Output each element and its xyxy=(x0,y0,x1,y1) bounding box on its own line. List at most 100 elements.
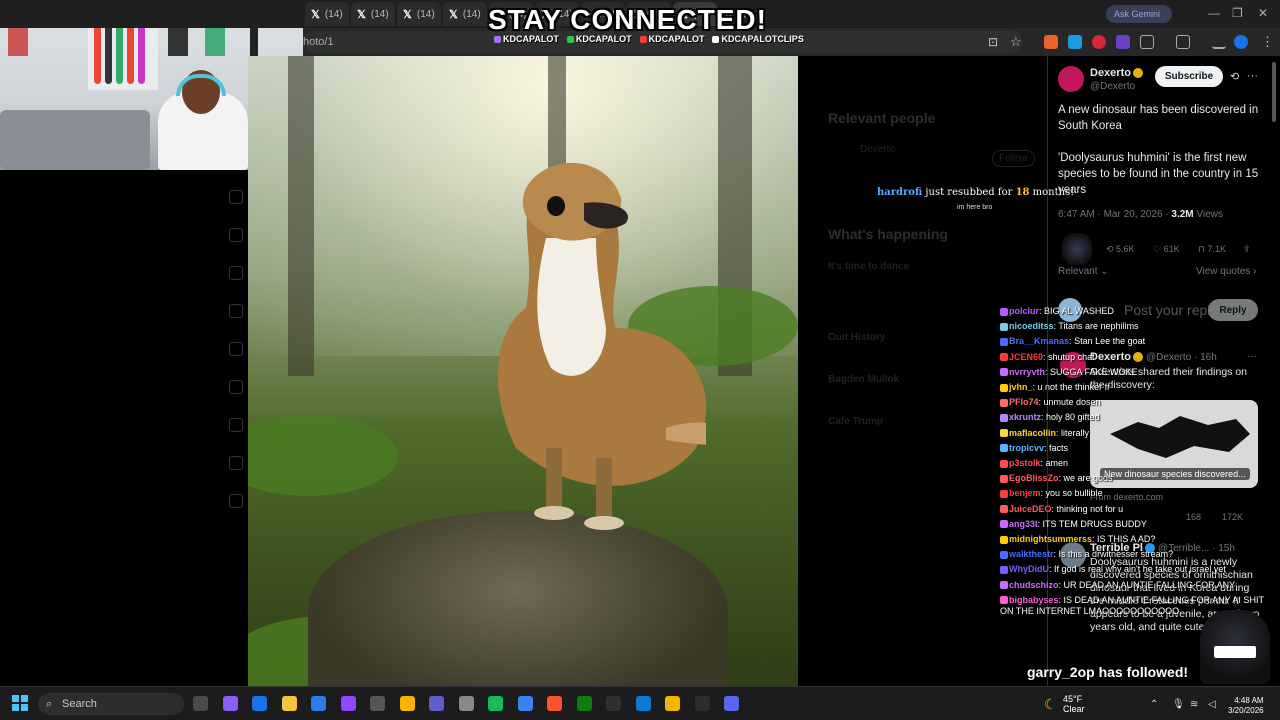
grok-icon[interactable]: ⟲ xyxy=(1230,70,1239,83)
extension-icon[interactable] xyxy=(1092,35,1106,49)
x-icon: 𝕏 xyxy=(403,8,412,21)
browser-tab[interactable]: 𝕏 (14) xyxy=(305,2,349,26)
puzzle-icon[interactable] xyxy=(1140,35,1154,49)
chat-badge-icon xyxy=(1000,520,1008,529)
scrollbar[interactable] xyxy=(1272,62,1276,122)
x-premium-icon[interactable] xyxy=(229,418,243,432)
view-quotes-link[interactable]: View quotes › xyxy=(1196,266,1256,277)
bed xyxy=(0,110,150,170)
file-explorer-icon[interactable] xyxy=(281,696,297,711)
browser-icon[interactable] xyxy=(517,696,533,711)
extension-icon[interactable] xyxy=(1116,35,1130,49)
author-name[interactable]: Dexerto xyxy=(1090,67,1143,79)
teams-icon[interactable] xyxy=(429,696,444,711)
menu-lines-icon[interactable] xyxy=(1212,35,1226,49)
chat-badge-icon xyxy=(1000,353,1008,362)
people-icon[interactable] xyxy=(229,228,243,242)
more-icon[interactable] xyxy=(229,494,243,508)
retweet-button[interactable]: ⟲ 5.6K xyxy=(1106,244,1135,255)
trend-item[interactable]: Cafe Trump xyxy=(828,416,883,427)
views-label: Views xyxy=(1193,209,1223,220)
chrome-icon[interactable] xyxy=(252,696,267,711)
social-platform-icon xyxy=(494,36,501,44)
profile-icon[interactable] xyxy=(229,456,243,470)
extension-icon[interactable] xyxy=(1044,35,1058,49)
sort-dropdown[interactable]: Relevant ⌄ xyxy=(1058,266,1109,277)
volume-icon[interactable]: ◁ xyxy=(1208,699,1216,710)
weather-widget[interactable]: 45°F Clear xyxy=(1063,694,1085,714)
reply-author[interactable]: Dexerto @Dexerto · 16h xyxy=(1090,351,1217,363)
views-count[interactable]: 172K xyxy=(1222,512,1243,522)
minimize-icon[interactable]: — xyxy=(1208,6,1220,20)
taskbar-search[interactable]: ⌕ Search xyxy=(38,693,184,715)
copilot-icon[interactable] xyxy=(222,696,238,711)
widgets-icon[interactable] xyxy=(193,696,208,711)
author-handle[interactable]: @Dexerto xyxy=(1090,81,1135,92)
tweet-time[interactable]: 6:47 AM · Mar 20, 2026 · xyxy=(1058,209,1171,220)
phone-link-icon[interactable] xyxy=(694,696,710,711)
twitch-icon[interactable] xyxy=(340,696,356,711)
install-icon[interactable]: ⊡ xyxy=(988,35,998,49)
app-icon[interactable] xyxy=(635,696,651,711)
lightning-icon[interactable] xyxy=(229,380,243,394)
obs-icon[interactable] xyxy=(606,696,621,711)
xbox-icon[interactable] xyxy=(576,696,592,711)
card-caption: New dinosaur species discovered... xyxy=(1100,468,1250,480)
wifi-icon[interactable]: ≋ xyxy=(1190,699,1198,710)
chevron-up-icon[interactable]: ⌃ xyxy=(1150,699,1158,710)
share-icon[interactable]: ⇪ xyxy=(1243,244,1251,255)
kebab-menu-icon[interactable]: ⋮ xyxy=(1261,34,1274,50)
browser-tab[interactable]: 𝕏 (14) xyxy=(397,2,441,26)
browser-tab[interactable]: 𝕏 (14) xyxy=(443,2,487,26)
bookmark-button[interactable]: ⊓ 7.1K xyxy=(1198,244,1226,255)
chat-message: maflacollin: literally xyxy=(1000,428,1089,439)
windows-start-icon[interactable] xyxy=(12,695,28,711)
trend-item[interactable]: Bagden Mullok xyxy=(828,374,899,385)
bookmark-star-icon[interactable]: ☆ xyxy=(1010,34,1022,50)
sidepanel-icon[interactable] xyxy=(1176,35,1190,49)
grok-icon[interactable] xyxy=(229,304,243,318)
more-options-icon[interactable]: ··· xyxy=(1247,70,1258,82)
home-icon[interactable] xyxy=(229,190,243,204)
reply-button[interactable]: Reply xyxy=(1208,299,1258,321)
chat-message: EgoBlissZo: we are gods xyxy=(1000,473,1113,484)
browser-tab[interactable]: 𝕏 (14) xyxy=(351,2,395,26)
trend-item[interactable]: It's time to dance xyxy=(828,261,909,272)
like-button[interactable]: ♡ 61K xyxy=(1153,244,1180,255)
app-icon[interactable] xyxy=(370,696,385,711)
store-icon[interactable] xyxy=(311,696,326,711)
settings-icon[interactable] xyxy=(458,696,474,711)
mic-icon[interactable]: 🎙 xyxy=(1172,699,1185,710)
chat-message: chudschizo: UR DEAD AN AUNTIE FALLING FO… xyxy=(1000,580,1235,591)
bookmarks-icon[interactable] xyxy=(229,342,243,356)
mail-icon[interactable] xyxy=(229,266,243,280)
extension-icon[interactable] xyxy=(1068,35,1082,49)
chat-message: p3stolk: amen xyxy=(1000,458,1068,469)
trend-item[interactable]: Ouit History xyxy=(828,332,885,343)
social-handle: KDCAPALOT xyxy=(566,34,632,44)
spotify-icon[interactable] xyxy=(488,696,503,711)
author-avatar[interactable] xyxy=(1058,66,1084,92)
like-count[interactable]: 168 xyxy=(1186,512,1201,522)
close-window-icon[interactable]: ✕ xyxy=(1258,6,1268,20)
brave-icon[interactable] xyxy=(547,696,562,711)
system-clock[interactable]: 4:48 AM 3/20/2026 xyxy=(1228,696,1264,716)
follow-button[interactable]: Follow xyxy=(992,150,1035,167)
tab-search-button[interactable]: Ask Gemini xyxy=(1106,5,1172,23)
chat-username: ang33l xyxy=(1009,518,1038,529)
maximize-icon[interactable]: ❐ xyxy=(1232,6,1243,20)
chat-message: midnightsummerss: IS THIS A AD? xyxy=(1000,534,1155,545)
x-icon: 𝕏 xyxy=(311,8,320,21)
reply-input[interactable]: Post your reply xyxy=(1124,302,1217,318)
clock-time: 4:48 AM xyxy=(1234,696,1264,705)
more-options-icon[interactable]: ··· xyxy=(1247,351,1257,362)
chrome-canary-icon[interactable] xyxy=(665,696,680,711)
chat-message: Bra__Kmanas: Stan Lee the goat xyxy=(1000,336,1145,347)
reply-author-text: Dexerto xyxy=(1090,351,1131,363)
discord-icon[interactable] xyxy=(724,696,739,711)
sub-alert-user: hardrofi xyxy=(877,187,923,198)
subscribe-button[interactable]: Subscribe xyxy=(1155,66,1223,87)
tweet-photo[interactable] xyxy=(248,56,798,686)
notes-icon[interactable] xyxy=(399,696,415,711)
profile-avatar[interactable] xyxy=(1234,35,1248,49)
